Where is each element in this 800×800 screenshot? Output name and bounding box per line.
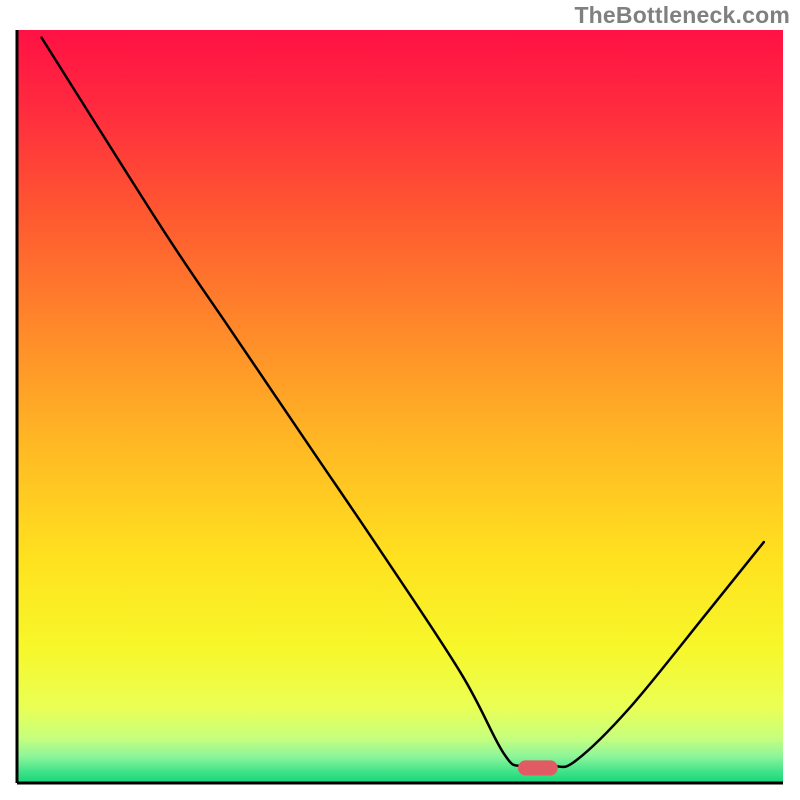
gradient-background [17,30,783,783]
bottleneck-chart [0,0,800,800]
optimal-marker [518,760,558,775]
watermark-text: TheBottleneck.com [574,2,790,29]
chart-stage: TheBottleneck.com [0,0,800,800]
